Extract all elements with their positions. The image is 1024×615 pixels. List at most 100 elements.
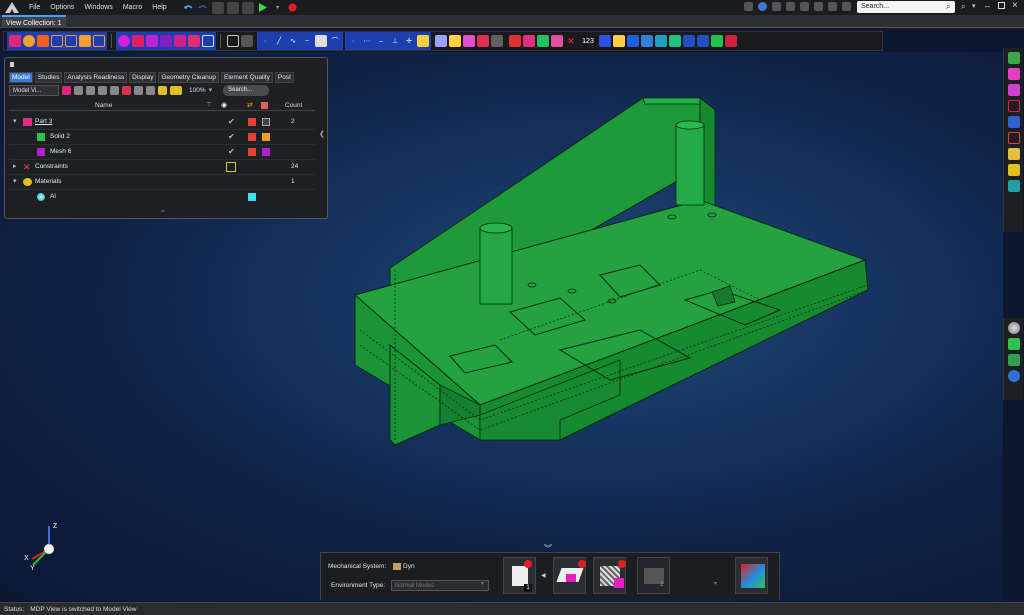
setup-checklist-button[interactable]: 1 xyxy=(503,557,536,594)
part-icon[interactable] xyxy=(9,35,21,47)
menu-macro[interactable]: Macro xyxy=(123,4,142,11)
mechanical-system-value[interactable]: Dyn xyxy=(403,563,415,570)
zoom-dropdown-icon[interactable]: ▾ xyxy=(209,86,213,94)
constraint-icon[interactable]: ✕ xyxy=(565,35,577,47)
close-icon[interactable]: × xyxy=(1012,0,1018,11)
results-button[interactable] xyxy=(735,557,768,594)
dock-next-icon[interactable]: ▾ xyxy=(714,580,717,587)
zoom-percent[interactable]: 100% xyxy=(189,87,206,94)
redo-icon[interactable] xyxy=(197,2,209,14)
column-name[interactable]: Name xyxy=(95,102,112,109)
layout-icon[interactable] xyxy=(744,2,753,11)
point-cloud-icon[interactable] xyxy=(417,35,429,47)
view-triad[interactable]: Z X Y xyxy=(20,518,70,570)
color-swatch[interactable] xyxy=(248,118,256,126)
mesh-tet-icon[interactable] xyxy=(160,35,172,47)
panel-collapse-icon[interactable]: ⌃ xyxy=(160,209,166,217)
info-icon[interactable] xyxy=(758,2,767,11)
color-swatch[interactable] xyxy=(248,133,256,141)
beam-icon[interactable] xyxy=(463,35,475,47)
contact-icon[interactable] xyxy=(477,35,489,47)
tree-row-al[interactable]: Al xyxy=(9,190,315,205)
tab-model[interactable]: Model xyxy=(9,72,33,83)
moment-icon[interactable] xyxy=(551,35,563,47)
tool-layers-icon[interactable] xyxy=(641,35,653,47)
materials-panel-icon[interactable] xyxy=(1007,68,1020,80)
geometry-panel-icon[interactable] xyxy=(1007,52,1020,64)
tab-studies[interactable]: Studies xyxy=(34,72,63,83)
menu-file[interactable]: File xyxy=(29,4,40,11)
tab-analysis-readiness[interactable]: Analysis Readiness xyxy=(64,72,128,83)
filter-tree-icon[interactable] xyxy=(134,85,143,95)
box-outline-icon[interactable] xyxy=(65,35,77,47)
tree-row-solid[interactable]: Solid 2 ✔ xyxy=(9,130,315,145)
spring-icon[interactable] xyxy=(435,35,447,47)
filter-edit-icon[interactable] xyxy=(86,85,95,95)
box-icon[interactable] xyxy=(51,35,63,47)
block-icon[interactable] xyxy=(79,35,91,47)
visible-check-icon[interactable]: ✔ xyxy=(228,117,235,126)
maximize-icon[interactable] xyxy=(998,2,1005,9)
tree-row-constraints[interactable]: ▸ ✕ Constraints 24 xyxy=(9,160,315,175)
share-icon[interactable] xyxy=(772,2,781,11)
material-swatch[interactable] xyxy=(262,148,270,156)
dash-line-icon[interactable]: – xyxy=(375,35,387,47)
collapse-icon[interactable]: ▸ xyxy=(13,162,17,170)
spline-icon[interactable]: ~ xyxy=(301,35,313,47)
solid-icon[interactable] xyxy=(37,35,49,47)
triad-panel-icon[interactable] xyxy=(1007,180,1020,192)
tab-geometry-cleanup[interactable]: Geometry Cleanup xyxy=(158,72,220,83)
undo-icon[interactable] xyxy=(182,2,194,14)
search-dropdown-icon[interactable]: ▾ xyxy=(972,2,976,10)
search-options-icon[interactable]: ⌕ xyxy=(961,2,965,12)
help-contents-icon[interactable] xyxy=(786,2,795,11)
tool-plot-icon[interactable] xyxy=(697,35,709,47)
tool-chart-icon[interactable] xyxy=(599,35,611,47)
run-study-button[interactable]: 2 xyxy=(637,557,670,594)
wireframe-box-icon[interactable] xyxy=(93,35,105,47)
filter-color-icon[interactable] xyxy=(122,85,131,95)
column-visibility-icon[interactable]: ◉ xyxy=(221,101,227,109)
view-fit-icon[interactable] xyxy=(241,35,253,47)
tool-yellow-icon[interactable] xyxy=(613,35,625,47)
tool-connect-icon[interactable] xyxy=(669,35,681,47)
column-color-icon[interactable]: ⇄ xyxy=(247,101,253,109)
visible-check-icon[interactable]: ✔ xyxy=(228,132,235,141)
pen-panel-icon[interactable] xyxy=(1007,148,1020,160)
render-layers-icon[interactable] xyxy=(1007,338,1020,350)
search-icon[interactable]: ⌕ xyxy=(946,2,950,12)
run-icon[interactable] xyxy=(257,2,269,14)
color-swatch[interactable] xyxy=(248,193,256,201)
tree-row-part[interactable]: ▾ Part 3 ✔ 2 xyxy=(9,115,315,130)
rigid-icon[interactable] xyxy=(449,35,461,47)
tab-view-collection[interactable]: View Collection: 1 xyxy=(2,15,66,28)
tab-display[interactable]: Display xyxy=(129,72,157,83)
environment-type-select[interactable]: Normal Modes xyxy=(391,580,489,591)
color-swatch[interactable] xyxy=(248,148,256,156)
panel-side-handle-icon[interactable]: ❮ xyxy=(319,130,325,138)
tree-row-materials[interactable]: ▾ Materials 1 xyxy=(9,175,315,190)
run-dropdown-icon[interactable]: ▾ xyxy=(272,2,284,14)
filter-list-icon[interactable] xyxy=(110,85,119,95)
csys-icon[interactable]: ✛ xyxy=(403,35,415,47)
record-icon[interactable] xyxy=(287,2,299,14)
coordinate-panel-icon[interactable] xyxy=(1007,100,1020,112)
menu-options[interactable]: Options xyxy=(50,4,74,11)
boundary-conditions-button[interactable] xyxy=(553,557,586,594)
filter-assembly-icon[interactable] xyxy=(74,85,83,95)
mesh-wire-icon[interactable] xyxy=(202,35,214,47)
mesh-setup-button[interactable] xyxy=(593,557,626,594)
fe-dropdown-icon[interactable] xyxy=(491,35,503,47)
column-count[interactable]: Count xyxy=(285,102,302,109)
community-icon[interactable] xyxy=(800,2,809,11)
export-icon[interactable] xyxy=(241,1,254,14)
face-icon[interactable] xyxy=(315,35,327,47)
temperature-icon[interactable] xyxy=(537,35,549,47)
signal-panel-icon[interactable] xyxy=(1007,164,1020,176)
force-icon[interactable] xyxy=(509,35,521,47)
axis-icon[interactable]: ⊥ xyxy=(389,35,401,47)
save-as-icon[interactable] xyxy=(226,1,239,14)
list-panel-icon[interactable] xyxy=(1007,116,1020,128)
visible-check-icon[interactable]: ✔ xyxy=(228,147,235,156)
column-filter-icon[interactable]: ⊤ xyxy=(206,101,212,109)
